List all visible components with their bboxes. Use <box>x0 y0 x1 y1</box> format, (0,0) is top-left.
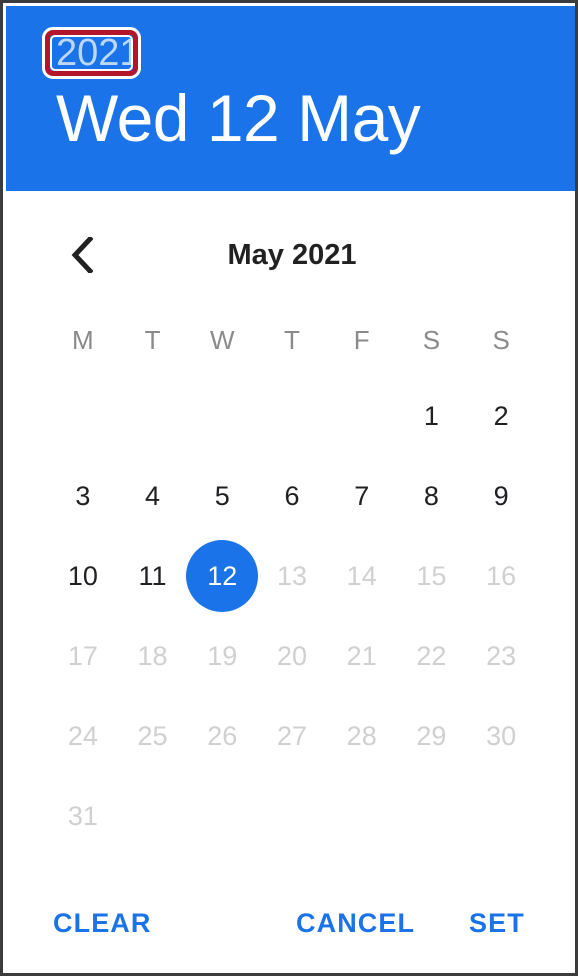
day-cell: 24 <box>48 696 118 776</box>
dialog-actions: CLEAR CANCEL SET <box>6 894 575 952</box>
day-cell <box>48 376 118 456</box>
calendar-body: May 2021 M T W T F S S 1 2 3 4 5 6 7 8 9… <box>6 191 575 970</box>
week-row: 17 18 19 20 21 22 23 <box>48 616 536 696</box>
header-year[interactable]: 2021 <box>56 31 141 75</box>
date-picker-dialog: 2021 Wed 12 May May 2021 M T W T F S S 1… <box>0 0 578 976</box>
weekday-label-sun: S <box>492 324 510 355</box>
day-cell <box>118 376 188 456</box>
day-cell: 13 <box>257 536 327 616</box>
day-number: 18 <box>137 640 168 671</box>
day-number: 1 <box>423 400 439 431</box>
week-row: 10 11 12 13 14 15 16 <box>48 536 536 616</box>
header-selected-date[interactable]: Wed 12 May <box>56 78 421 158</box>
day-cell: 18 <box>118 616 188 696</box>
week-row: 24 25 26 27 28 29 30 <box>48 696 536 776</box>
month-year-label: May 2021 <box>227 239 357 271</box>
day-cell: 14 <box>327 536 397 616</box>
day-cell <box>466 776 536 856</box>
day-cell: 19 <box>187 616 257 696</box>
day-number: 5 <box>214 480 230 511</box>
day-cell[interactable]: 2 <box>466 376 536 456</box>
day-cell[interactable]: 10 <box>48 536 118 616</box>
day-cell: 27 <box>257 696 327 776</box>
day-number: 8 <box>423 480 439 511</box>
day-number: 16 <box>486 560 517 591</box>
day-cell[interactable]: 4 <box>118 456 188 536</box>
day-cell: 31 <box>48 776 118 856</box>
date-picker-header: 2021 Wed 12 May <box>6 6 575 191</box>
day-number: 12 <box>207 560 238 591</box>
day-cell[interactable]: 8 <box>397 456 467 536</box>
day-number: 29 <box>416 720 447 751</box>
day-cell: 26 <box>187 696 257 776</box>
day-cell: 22 <box>397 616 467 696</box>
day-number: 23 <box>486 640 517 671</box>
day-cell: 16 <box>466 536 536 616</box>
day-number: 25 <box>137 720 168 751</box>
weekday-label-thu: T <box>284 324 300 355</box>
week-row: 1 2 <box>48 376 536 456</box>
day-cell: 28 <box>327 696 397 776</box>
weekday-label-fri: F <box>353 324 370 355</box>
day-cell[interactable]: 3 <box>48 456 118 536</box>
day-cell[interactable]: 6 <box>257 456 327 536</box>
day-number: 22 <box>416 640 447 671</box>
day-number: 10 <box>67 560 98 591</box>
day-cell[interactable]: 11 <box>118 536 188 616</box>
day-cell <box>118 776 188 856</box>
day-cell[interactable]: 7 <box>327 456 397 536</box>
day-cell: 23 <box>466 616 536 696</box>
day-number: 2 <box>493 400 509 431</box>
day-number: 27 <box>276 720 308 751</box>
day-cell[interactable]: 1 <box>397 376 467 456</box>
day-number: 3 <box>75 480 91 511</box>
week-row: 3 4 5 6 7 8 9 <box>48 456 536 536</box>
day-cell <box>187 776 257 856</box>
day-cell: 21 <box>327 616 397 696</box>
day-cell <box>187 376 257 456</box>
day-number: 9 <box>493 480 509 511</box>
day-number: 30 <box>486 720 517 751</box>
day-cell: 29 <box>397 696 467 776</box>
weekday-label-sat: S <box>422 324 441 355</box>
weekday-label-wed: W <box>210 324 235 355</box>
weekday-label-tue: T <box>144 324 161 355</box>
day-number: 20 <box>276 640 308 671</box>
day-cell: 25 <box>118 696 188 776</box>
day-number: 11 <box>138 560 167 591</box>
day-cell <box>327 376 397 456</box>
day-number: 13 <box>276 560 308 591</box>
day-cell <box>327 776 397 856</box>
day-number: 14 <box>346 560 377 591</box>
day-cell: 30 <box>466 696 536 776</box>
day-number: 28 <box>346 720 377 751</box>
day-number: 7 <box>354 480 370 511</box>
day-cell <box>397 776 467 856</box>
day-cell: 20 <box>257 616 327 696</box>
day-number: 4 <box>145 480 161 511</box>
day-number: 19 <box>207 640 238 671</box>
set-button[interactable]: SET <box>469 894 525 952</box>
day-cell: 17 <box>48 616 118 696</box>
day-number: 6 <box>284 480 300 511</box>
day-number: 31 <box>67 800 98 831</box>
day-cell <box>257 776 327 856</box>
day-number: 24 <box>67 720 98 751</box>
day-number: 17 <box>67 640 98 671</box>
day-cell[interactable]: 5 <box>187 456 257 536</box>
day-number: 21 <box>346 640 377 671</box>
month-navigation: May 2021 <box>6 227 575 283</box>
day-cell <box>257 376 327 456</box>
day-number: 15 <box>416 560 447 591</box>
weekday-label-mon: M <box>72 324 94 355</box>
day-cell: 15 <box>397 536 467 616</box>
cancel-button[interactable]: CANCEL <box>296 894 415 952</box>
week-row: 31 <box>48 776 536 856</box>
clear-button[interactable]: CLEAR <box>53 894 152 952</box>
day-cell-selected[interactable]: 12 <box>186 536 258 616</box>
day-number: 26 <box>207 720 238 751</box>
weekday-header-row: M T W T F S S <box>48 316 536 364</box>
day-cell[interactable]: 9 <box>466 456 536 536</box>
